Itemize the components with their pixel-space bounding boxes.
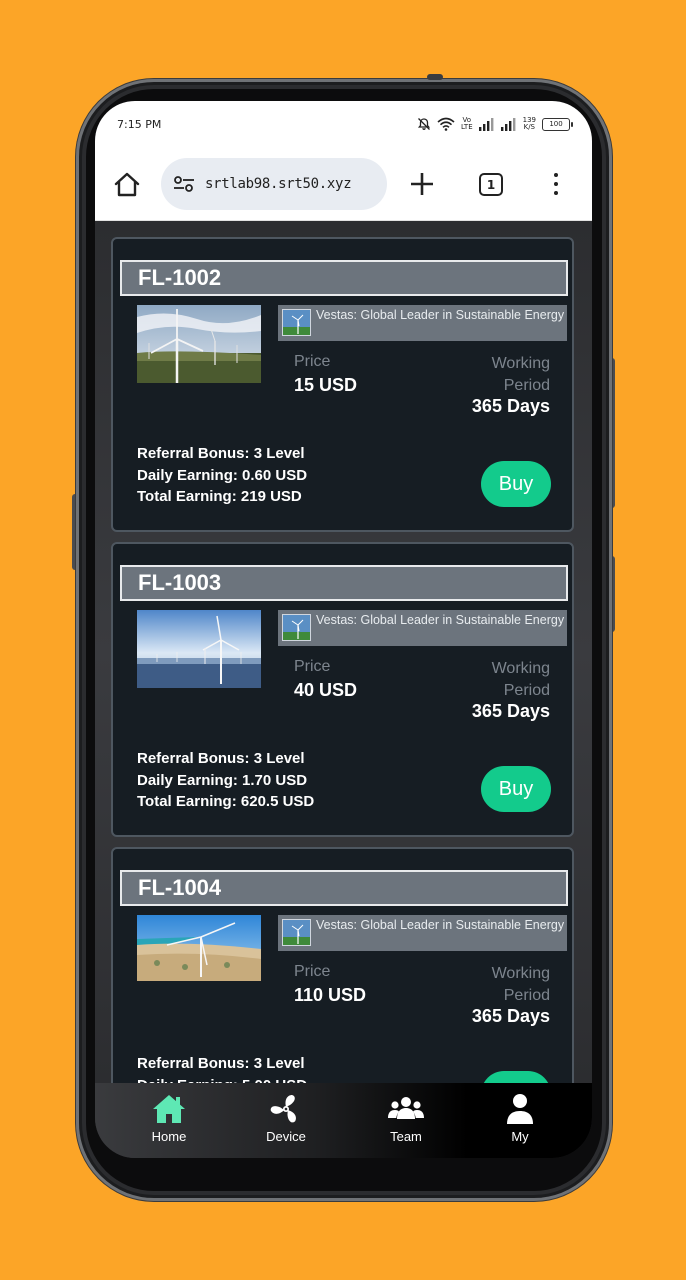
brand-logo <box>282 614 311 641</box>
nav-device[interactable]: Device <box>246 1093 326 1149</box>
status-bar: 7:15 PM Vo LTE 139 K/S 100 <box>95 101 592 149</box>
price-value: 110 USD <box>294 985 367 1005</box>
status-time: 7:15 PM <box>117 118 162 131</box>
site-settings-icon[interactable] <box>173 175 195 193</box>
price-label: Price <box>294 353 331 370</box>
working-period-value: 365 Days <box>471 701 550 721</box>
product-title: FL-1003 <box>138 570 222 595</box>
home-icon <box>153 1095 185 1123</box>
battery-icon: 100 <box>542 117 573 131</box>
earnings-info: Referral Bonus: 3 Level Daily Earning: 1… <box>137 748 314 813</box>
product-title-bar: FL-1003 <box>120 565 568 601</box>
daily-earning: Daily Earning: 5.00 USD <box>137 1075 307 1083</box>
product-card: FL-1003 Vestas: Global Leader in Sustain… <box>111 542 574 837</box>
earnings-info: Referral Bonus: 3 Level Daily Earning: 5… <box>137 1053 307 1083</box>
brand-text: Vestas: Global Leader in Sustainable Ene… <box>316 613 565 627</box>
browser-home-icon[interactable] <box>113 171 141 199</box>
nav-team[interactable]: Team <box>366 1093 446 1149</box>
product-title: FL-1004 <box>138 875 222 900</box>
product-image <box>137 610 261 688</box>
price-label: Price <box>294 963 331 980</box>
total-earning: Total Earning: 620.5 USD <box>137 793 315 811</box>
product-title-bar: FL-1004 <box>120 870 568 906</box>
nav-label: Device <box>266 1129 306 1144</box>
net-speed: 139 K/S <box>522 116 536 131</box>
referral-bonus: Referral Bonus: 3 Level <box>137 1055 305 1072</box>
tab-count: 1 <box>486 177 496 192</box>
front-camera <box>427 74 443 80</box>
price-value: 40 USD <box>294 680 358 700</box>
price-label: Price <box>294 658 331 675</box>
product-title: FL-1002 <box>138 265 222 290</box>
menu-icon[interactable] <box>551 171 561 197</box>
nav-label: My <box>511 1129 529 1144</box>
product-card: FL-1002 Vestas: Global Leader in Sustain… <box>111 237 574 532</box>
brand-banner: Vestas: Global Leader in Sustainable Ene… <box>278 305 567 341</box>
product-card: FL-1004 Vestas: Global Leader in Sustain… <box>111 847 574 1083</box>
working-period-value: 365 Days <box>471 396 550 416</box>
bottom-nav: Home Device Team My <box>95 1083 592 1158</box>
address-bar[interactable]: srtlab98.srt50.xyz <box>161 158 387 210</box>
signal-icon-2 <box>500 117 516 131</box>
daily-earning: Daily Earning: 0.60 USD <box>137 466 308 484</box>
buy-button[interactable]: Buy <box>481 461 551 507</box>
nav-label: Team <box>390 1129 422 1144</box>
daily-earning: Daily Earning: 1.70 USD <box>137 771 308 789</box>
wifi-icon <box>437 117 455 131</box>
brand-banner: Vestas: Global Leader in Sustainable Ene… <box>278 915 567 951</box>
working-period-label: Working Period <box>491 660 550 699</box>
brand-banner: Vestas: Global Leader in Sustainable Ene… <box>278 610 567 646</box>
buy-button[interactable]: Buy <box>481 1071 551 1083</box>
working-period-label: Working Period <box>491 355 550 394</box>
browser-toolbar: srtlab98.srt50.xyz 1 <box>95 149 592 221</box>
total-earning: Total Earning: 219 USD <box>137 488 302 506</box>
price-value: 15 USD <box>294 375 358 395</box>
product-list[interactable]: FL-1002 Vestas: Global Leader in Sustain… <box>95 221 592 1083</box>
brand-logo <box>282 309 311 336</box>
team-icon <box>388 1097 424 1119</box>
product-image <box>137 915 261 981</box>
product-image <box>137 305 261 383</box>
phone-screen: 7:15 PM Vo LTE 139 K/S 100 srtlab98.srt5… <box>95 101 592 1158</box>
brand-text: Vestas: Global Leader in Sustainable Ene… <box>316 308 565 322</box>
nav-my[interactable]: My <box>480 1093 560 1149</box>
signal-icon <box>478 117 494 131</box>
new-tab-plus-icon[interactable] <box>409 171 435 197</box>
status-icons: Vo LTE 139 K/S 100 <box>417 115 573 133</box>
url-text: srtlab98.srt50.xyz <box>205 176 352 192</box>
referral-bonus: Referral Bonus: 3 Level <box>137 445 305 462</box>
earnings-info: Referral Bonus: 3 Level Daily Earning: 0… <box>137 443 307 508</box>
brand-text: Vestas: Global Leader in Sustainable Ene… <box>316 918 565 932</box>
working-period-label: Working Period <box>491 965 550 1004</box>
brand-logo <box>282 919 311 946</box>
volte-label: Vo LTE <box>460 116 473 131</box>
referral-bonus: Referral Bonus: 3 Level <box>137 750 305 767</box>
product-title-bar: FL-1002 <box>120 260 568 296</box>
nav-home[interactable]: Home <box>129 1093 209 1149</box>
tabs-icon[interactable]: 1 <box>479 173 503 196</box>
fan-icon <box>270 1095 296 1123</box>
buy-button[interactable]: Buy <box>481 766 551 812</box>
nav-label: Home <box>151 1129 187 1144</box>
mute-bell-icon <box>417 118 431 131</box>
working-period-value: 365 Days <box>471 1006 550 1026</box>
user-icon <box>507 1094 533 1124</box>
